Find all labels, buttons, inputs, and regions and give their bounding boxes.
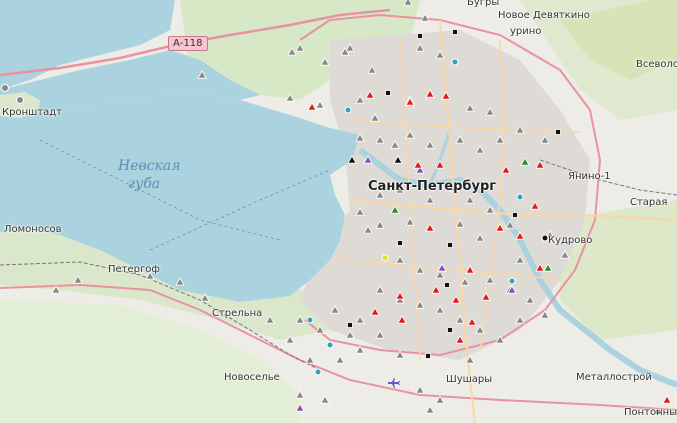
- place-label-kronshtadt: Кронштадт: [2, 107, 62, 118]
- yellow-circle-marker[interactable]: [381, 254, 389, 262]
- place-label-murino: урино: [510, 26, 542, 37]
- place-label-shushary: Шушары: [446, 374, 493, 385]
- place-label-pontonny: Понтонны: [624, 407, 677, 418]
- place-label-peterhof: Петергоф: [108, 264, 160, 275]
- teal-circle-marker[interactable]: [451, 58, 459, 66]
- place-label-yanino: Янино-1: [568, 171, 611, 182]
- black-square-marker[interactable]: [397, 240, 403, 246]
- place-label-bugry: Бугры: [467, 0, 500, 8]
- gray-circle-marker[interactable]: [1, 84, 9, 92]
- teal-circle-marker[interactable]: [344, 106, 352, 114]
- water-label-line2: губа: [128, 176, 161, 192]
- place-label-vsevolozhsk: Всеволо: [636, 59, 677, 70]
- map-tiles: [0, 0, 677, 423]
- map-view[interactable]: Невская губа А-118 Бугры Новое Девяткино…: [0, 0, 677, 423]
- gray-circle-marker[interactable]: [16, 96, 24, 104]
- water-label-line1: Невская: [118, 158, 181, 174]
- teal-circle-marker[interactable]: [306, 316, 314, 324]
- teal-circle-marker[interactable]: [314, 368, 322, 376]
- black-square-marker[interactable]: [447, 327, 453, 333]
- place-label-novoe-devyatkino: Новое Девяткино: [498, 10, 590, 21]
- black-square-marker[interactable]: [447, 242, 453, 248]
- place-label-staraya: Старая: [630, 197, 668, 208]
- place-label-metallostroy: Металлострой: [576, 372, 652, 383]
- place-label-novoselye: Новоселье: [224, 372, 280, 383]
- place-label-kudrovo: Кудрово: [548, 235, 593, 246]
- road-shield-a118: А-118: [168, 36, 208, 51]
- black-square-marker[interactable]: [347, 322, 353, 328]
- teal-circle-marker[interactable]: [508, 277, 516, 285]
- place-label-spb: Санкт-Петербург: [368, 179, 497, 194]
- black-square-marker[interactable]: [417, 33, 423, 39]
- black-square-marker[interactable]: [385, 90, 391, 96]
- teal-circle-marker[interactable]: [516, 193, 524, 201]
- place-label-strelna: Стрельна: [212, 308, 263, 319]
- place-label-lomonosov: Ломоносов: [4, 224, 62, 235]
- black-square-marker[interactable]: [512, 212, 518, 218]
- teal-circle-marker[interactable]: [326, 341, 334, 349]
- black-square-marker[interactable]: [555, 129, 561, 135]
- black-square-marker[interactable]: [452, 29, 458, 35]
- black-square-marker[interactable]: [444, 282, 450, 288]
- black-square-marker[interactable]: [425, 353, 431, 359]
